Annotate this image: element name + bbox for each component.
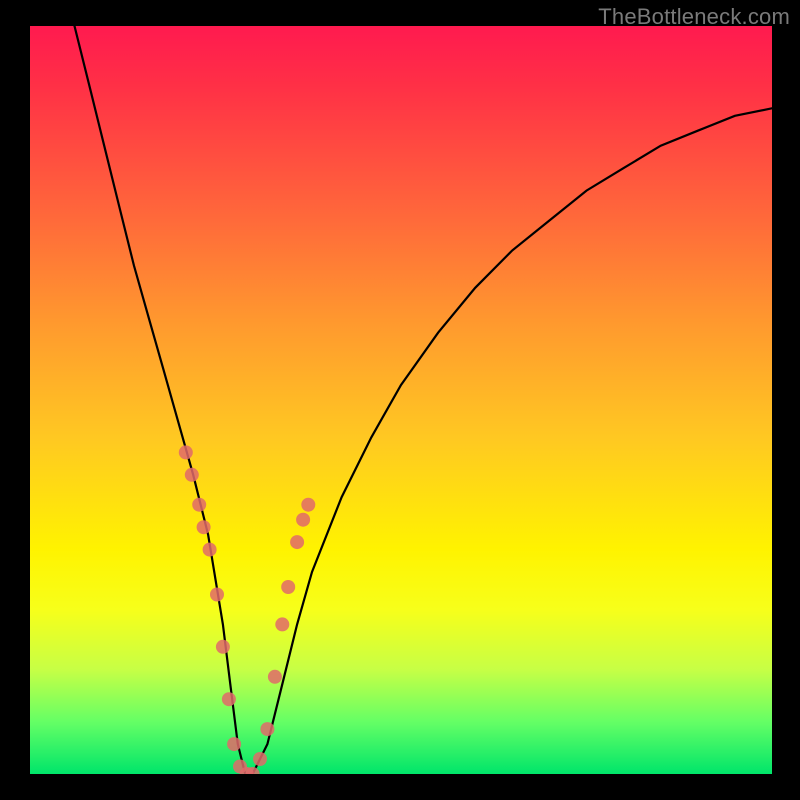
marker-point — [216, 640, 230, 654]
marker-point — [222, 692, 236, 706]
marker-point — [268, 670, 282, 684]
marker-point — [260, 722, 274, 736]
chart-svg — [30, 26, 772, 774]
marker-point — [227, 737, 241, 751]
watermark-text: TheBottleneck.com — [598, 4, 790, 30]
marker-point — [301, 498, 315, 512]
marker-point — [197, 520, 211, 534]
chart-plot-area — [30, 26, 772, 774]
marker-point — [296, 513, 310, 527]
marker-point — [210, 588, 224, 602]
marker-point — [253, 752, 267, 766]
marker-point — [290, 535, 304, 549]
marker-point — [179, 445, 193, 459]
marker-point — [275, 617, 289, 631]
marker-point — [192, 498, 206, 512]
bottleneck-curve — [75, 26, 773, 774]
chart-frame: TheBottleneck.com — [0, 0, 800, 800]
marker-point — [203, 543, 217, 557]
marker-point — [281, 580, 295, 594]
marker-point — [185, 468, 199, 482]
